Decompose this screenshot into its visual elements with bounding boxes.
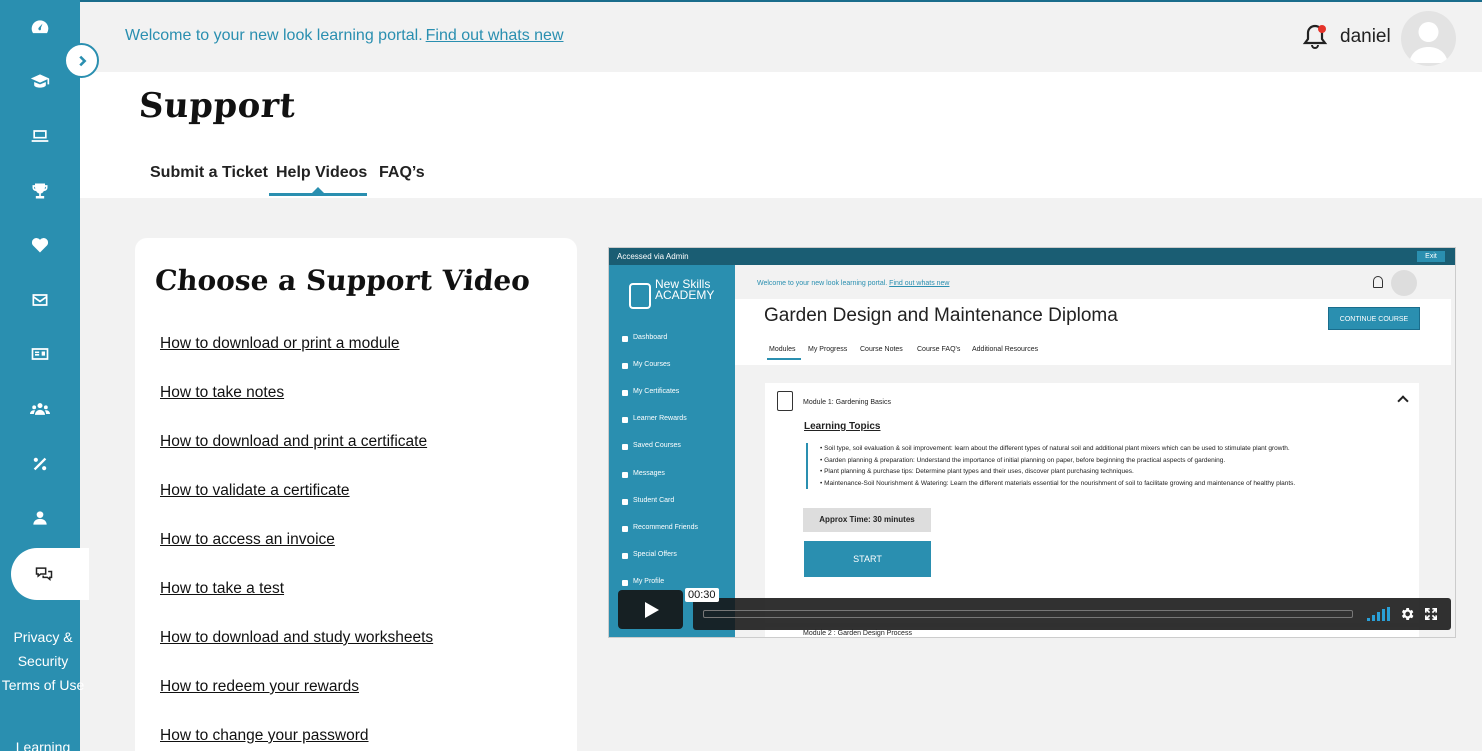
video-topic: Garden planning & preparation: Understan…: [820, 455, 1406, 467]
video-logo-icon: [629, 283, 651, 309]
video-logo-line: ACADEMY: [655, 288, 715, 302]
tab-faqs[interactable]: FAQ’s: [379, 164, 425, 182]
id-card-icon[interactable]: [0, 334, 80, 374]
notification-dot: [1318, 25, 1326, 33]
support-video-card: Choose a Support Video How to download o…: [135, 238, 577, 751]
sidebar-toggle-button[interactable]: [64, 43, 99, 78]
video-link[interactable]: How to change your password: [160, 727, 369, 745]
video-exit-button: Exit: [1417, 251, 1445, 262]
header: Welcome to your new look learning portal…: [80, 0, 1482, 72]
video-approx-time: Approx Time: 30 minutes: [803, 508, 931, 532]
chat-icon[interactable]: [11, 548, 89, 600]
volume-icon[interactable]: [1367, 607, 1391, 621]
laptop-icon[interactable]: [0, 116, 80, 156]
video-course-tab: Modules: [769, 346, 796, 353]
video-logo: New Skills ACADEMY: [655, 278, 715, 302]
welcome-text: Welcome to your new look learning portal…: [125, 27, 423, 44]
video-link[interactable]: How to download or print a module: [160, 335, 400, 353]
video-nav-item: Recommend Friends: [622, 524, 698, 532]
seek-bar[interactable]: [703, 610, 1353, 618]
video-topics-list: Soil type, soil evaluation & soil improv…: [806, 443, 1406, 489]
tab-help-videos[interactable]: Help Videos: [276, 164, 367, 182]
learning-link[interactable]: Learning: [0, 735, 86, 751]
video-start-button: START: [804, 541, 931, 577]
video-link[interactable]: How to take notes: [160, 384, 284, 402]
video-module-title: Module 1: Gardening Basics: [803, 399, 891, 406]
video-course-tab: Additional Resources: [972, 346, 1039, 353]
play-icon: [644, 601, 659, 618]
sidebar: Privacy & Security Terms of Use Learning: [0, 0, 89, 751]
video-nav-item: My Profile: [621, 578, 665, 586]
video-link[interactable]: How to download and print a certificate: [160, 433, 427, 451]
envelope-icon[interactable]: [0, 280, 80, 320]
fullscreen-icon[interactable]: [1423, 606, 1439, 622]
percent-icon[interactable]: [0, 444, 80, 484]
active-tab-caret: [312, 187, 324, 193]
video-link[interactable]: How to access an invoice: [160, 531, 335, 549]
username[interactable]: daniel: [1340, 26, 1391, 48]
video-nav-item: Student Card: [621, 497, 675, 505]
card-title: Choose a Support Video: [153, 264, 532, 297]
video-nav-item: My Courses: [621, 361, 671, 369]
welcome-banner: Welcome to your new look learning portal…: [125, 27, 564, 45]
video-avatar: [1391, 270, 1417, 296]
dashboard-icon[interactable]: [0, 7, 80, 47]
heart-icon[interactable]: [0, 225, 80, 265]
video-admin-text: Accessed via Admin: [617, 252, 689, 261]
avatar[interactable]: [1401, 11, 1456, 66]
video-controls: [693, 598, 1451, 630]
video-nav-item: Special Offers: [622, 551, 677, 559]
video-tab-indicator: [767, 358, 801, 360]
video-welcome-text: Welcome to your new look learning portal…: [757, 280, 888, 287]
video-course-title: Garden Design and Maintenance Diploma: [764, 305, 1118, 326]
video-welcome: Welcome to your new look learning portal…: [757, 280, 949, 287]
video-continue-button: CONTINUE COURSE: [1328, 307, 1420, 330]
video-link[interactable]: How to redeem your rewards: [160, 678, 359, 696]
page-title: Support: [137, 86, 298, 126]
video-header: Welcome to your new look learning portal…: [735, 265, 1455, 299]
video-sidebar: New Skills ACADEMY Dashboard My Courses …: [609, 265, 735, 637]
page-header: Support Submit a Ticket Help Videos FAQ’…: [80, 72, 1482, 198]
play-button[interactable]: [618, 590, 683, 629]
video-chevron-up-icon: [1397, 395, 1409, 407]
video-module-icon: [777, 391, 793, 411]
whats-new-link[interactable]: Find out whats new: [426, 27, 564, 44]
video-link[interactable]: How to take a test: [160, 580, 284, 598]
video-nav-item: Saved Courses: [622, 442, 681, 450]
terms-of-use-link[interactable]: Terms of Use: [0, 673, 86, 697]
video-course-header: Garden Design and Maintenance Diploma CO…: [735, 299, 1451, 365]
video-main: Welcome to your new look learning portal…: [735, 265, 1455, 637]
video-nav-item: Learner Rewards: [622, 415, 687, 423]
video-course-tab: Course FAQ's: [917, 346, 961, 353]
video-link[interactable]: How to download and study worksheets: [160, 629, 433, 647]
video-topics-heading: Learning Topics: [804, 421, 881, 432]
user-icon[interactable]: [0, 498, 80, 538]
video-link[interactable]: How to validate a certificate: [160, 482, 350, 500]
video-nav-item: Dashboard: [621, 334, 668, 342]
video-nav-item: My Certificates: [621, 388, 680, 396]
video-nav-item: Messages: [622, 470, 665, 478]
chevron-right-icon: [78, 55, 86, 66]
tab-submit-ticket[interactable]: Submit a Ticket: [150, 164, 268, 182]
video-topic: Soil type, soil evaluation & soil improv…: [820, 443, 1406, 455]
privacy-security-link[interactable]: Privacy & Security: [0, 625, 86, 673]
trophy-icon[interactable]: [0, 171, 80, 211]
video-course-tab: My Progress: [808, 346, 848, 353]
video-course-tab: Course Notes: [860, 346, 903, 353]
video-bell-icon: [1373, 276, 1383, 288]
notification-bell-icon[interactable]: [1302, 23, 1328, 51]
video-welcome-link: Find out whats new: [889, 280, 950, 287]
video-topic: Plant planning & purchase tips: Determin…: [820, 466, 1406, 478]
video-module2-title: Module 2 : Garden Design Process: [803, 630, 912, 637]
video-topbar: Accessed via Admin Exit: [609, 248, 1455, 265]
users-icon[interactable]: [0, 389, 80, 429]
video-player[interactable]: Accessed via Admin Exit New Skills ACADE…: [608, 247, 1456, 638]
video-topic: Maintenance-Soil Nourishment & Watering:…: [820, 478, 1406, 490]
active-tab-indicator: [269, 193, 367, 196]
video-timestamp: 00:30: [685, 588, 719, 602]
video-module-card: Module 1: Gardening Basics Learning Topi…: [765, 383, 1419, 623]
settings-gear-icon[interactable]: [1399, 606, 1415, 622]
